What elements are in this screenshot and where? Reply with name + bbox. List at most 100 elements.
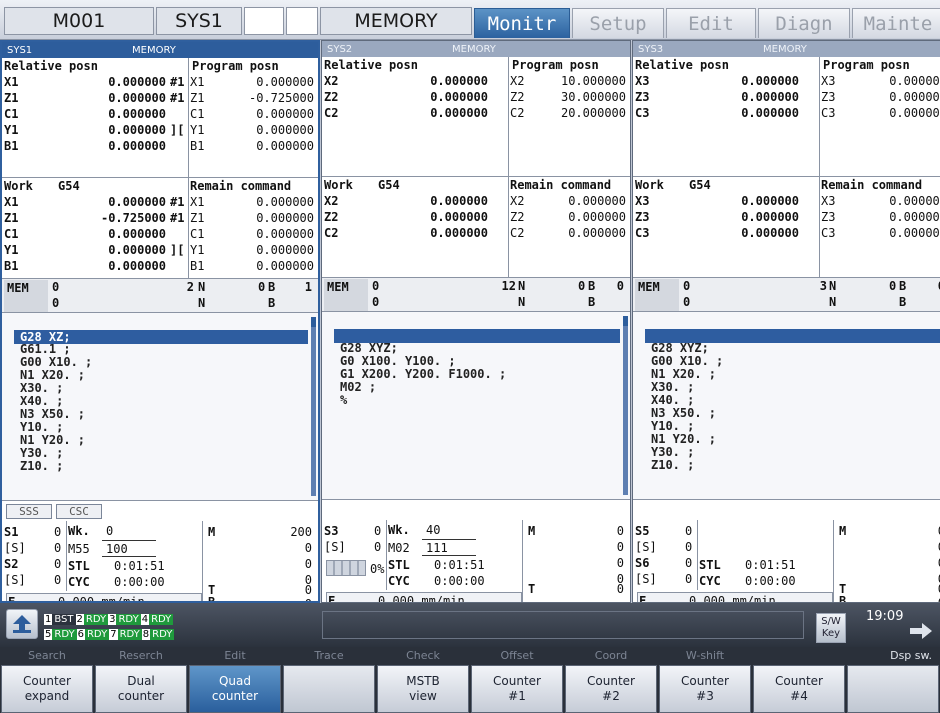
spindle-1-value: 0 bbox=[374, 524, 382, 538]
back-button[interactable] bbox=[6, 609, 38, 639]
axis-row: Z2 0.000000 Z2 0.000000 bbox=[322, 209, 630, 225]
system-panel-sys2[interactable]: SYS2 MEMORY Relative posn Program posn X2 0.0… bbox=[321, 40, 631, 603]
m-code-label: M02 bbox=[388, 541, 410, 555]
mem-o2: 0 bbox=[52, 296, 60, 310]
spindle-2-sub-label: [S] bbox=[4, 573, 26, 587]
axis-row: X3 0.000000 X3 0.000000 bbox=[633, 73, 940, 89]
program-display[interactable]: G28 XZ; G61.1 ; G00 X10. ; N1 X20. ; X30.… bbox=[2, 313, 318, 501]
work-label: Work bbox=[324, 178, 353, 192]
spindle-1-value: 0 bbox=[54, 525, 62, 539]
system-panel-sys1[interactable]: SYS1 MEMORY Relative posn Program posn X1 0.0… bbox=[0, 40, 320, 603]
panel-header: SYS1 MEMORY bbox=[2, 42, 318, 58]
divider bbox=[386, 520, 387, 590]
axis-value: 10.000000 bbox=[560, 74, 626, 88]
axis-name: C1 bbox=[190, 227, 205, 241]
work-code: G54 bbox=[378, 178, 400, 192]
scroll-thumb[interactable] bbox=[623, 316, 628, 326]
function-key-label[interactable]: Dual counter bbox=[95, 665, 187, 713]
function-key-label[interactable]: MSTB view bbox=[377, 665, 469, 713]
function-key-label[interactable]: Counter #2 bbox=[565, 665, 657, 713]
axis-value: 0.000000 bbox=[568, 194, 626, 208]
next-arrow-icon[interactable] bbox=[908, 621, 934, 641]
memory-status: MEM 0 0 2 N N 0 B B 1 bbox=[2, 279, 318, 313]
function-key-9[interactable]: Counter #4 bbox=[752, 647, 846, 713]
function-key-label[interactable]: Counter expand bbox=[1, 665, 93, 713]
function-key-label[interactable] bbox=[283, 665, 375, 713]
spindle-1-sub-value: 0 bbox=[374, 540, 382, 554]
function-key-6[interactable]: Offset Counter #1 bbox=[470, 647, 564, 713]
system-panel-sys3[interactable]: SYS3 MEMORY Relative posn Program posn X3 0.0… bbox=[632, 40, 940, 603]
axis-name: B1 bbox=[4, 139, 19, 153]
axis-name: C3 bbox=[635, 226, 650, 240]
axis-row: C2 0.000000 C2 0.000000 bbox=[322, 225, 630, 241]
function-key-upper-label: Edit bbox=[188, 647, 282, 665]
function-key-2[interactable]: Reserch Dual counter bbox=[94, 647, 188, 713]
ready-state: RDY bbox=[83, 614, 109, 625]
tab-setup[interactable]: Setup bbox=[572, 8, 664, 38]
function-key-1[interactable]: Search Counter expand bbox=[0, 647, 94, 713]
function-key-label[interactable]: Counter #3 bbox=[659, 665, 751, 713]
function-key-label[interactable]: Counter #1 bbox=[471, 665, 563, 713]
function-key-label[interactable] bbox=[847, 665, 939, 713]
axis-value: 0.000000 bbox=[430, 194, 488, 208]
function-key-text: Counter #2 bbox=[587, 674, 635, 703]
program-scrollbar[interactable] bbox=[311, 317, 316, 496]
tab-diagnosis[interactable]: Diagn bbox=[758, 8, 850, 38]
function-key-label[interactable]: Quad counter bbox=[189, 665, 281, 713]
axis-flag: #1 bbox=[170, 211, 185, 225]
axis-row: B1 0.000000 B1 0.000000 bbox=[2, 258, 318, 274]
axis-value: -0.725000 bbox=[248, 91, 314, 105]
function-key-text: Quad counter bbox=[211, 674, 259, 703]
axis-name: X1 bbox=[190, 75, 205, 89]
system-number: 2 bbox=[75, 614, 84, 625]
function-key-5[interactable]: Check MSTB view bbox=[376, 647, 470, 713]
position-section: Relative posn Program posn X2 0.000000 X2 10.… bbox=[322, 57, 630, 177]
function-key-label[interactable]: Counter #4 bbox=[753, 665, 845, 713]
sss-button[interactable]: SSS bbox=[6, 504, 52, 519]
m-code-value: 100 bbox=[106, 542, 128, 556]
program-display[interactable]: G28 XYZ; G00 X10. ; N1 X20. ; X30. ; X40… bbox=[633, 312, 940, 500]
function-key-8[interactable]: W-shift Counter #3 bbox=[658, 647, 752, 713]
program-position-label: Program posn bbox=[192, 59, 279, 73]
axis-name: B1 bbox=[190, 259, 205, 273]
axis-name: C3 bbox=[821, 226, 836, 240]
tab-monitor[interactable]: Monitr bbox=[474, 8, 570, 38]
axis-name: X3 bbox=[821, 74, 836, 88]
function-key-3[interactable]: Edit Quad counter bbox=[188, 647, 282, 713]
tab-edit[interactable]: Edit bbox=[666, 8, 756, 38]
program-text: G28 XYZ; G0 X100. Y100. ; G1 X200. Y200.… bbox=[340, 341, 507, 407]
remain-command-label: Remain command bbox=[510, 178, 612, 192]
csc-button[interactable]: CSC bbox=[56, 504, 102, 519]
axis-value: 0.000000 bbox=[741, 90, 799, 104]
progress-bar bbox=[326, 560, 366, 576]
cyc-value: 0:00:00 bbox=[114, 575, 165, 589]
sw-key-button[interactable]: S/W Key bbox=[816, 613, 846, 643]
cyc-label: CYC bbox=[68, 575, 90, 589]
m-code-label: M55 bbox=[68, 542, 90, 556]
panel-system-name: SYS3 bbox=[638, 43, 664, 55]
function-key-text: MSTB view bbox=[406, 674, 440, 703]
axis-name: B1 bbox=[4, 259, 19, 273]
program-scrollbar[interactable] bbox=[623, 316, 628, 495]
work-count-label: Wk. bbox=[68, 524, 90, 538]
underline bbox=[422, 555, 476, 556]
scroll-thumb[interactable] bbox=[311, 317, 316, 327]
axis-name: C2 bbox=[510, 226, 525, 240]
system-indicator: SYS1 bbox=[156, 7, 242, 35]
mem-block: 3 bbox=[819, 279, 827, 293]
axis-value: 0.000000 bbox=[430, 74, 488, 88]
panel-system-name: SYS1 bbox=[7, 44, 33, 56]
mem-o2: 0 bbox=[683, 295, 691, 309]
program-display[interactable]: G28 XYZ; G0 X100. Y100. ; G1 X200. Y200.… bbox=[322, 312, 630, 500]
system-ready-row-2: 5 RDY 6 RDY 7 RDY 8 RDY bbox=[44, 629, 175, 641]
function-key-10[interactable]: Dsp sw. bbox=[846, 647, 940, 713]
axis-value: 0.000000 bbox=[256, 243, 314, 257]
axis-value: 0.000000 bbox=[889, 106, 940, 120]
divider bbox=[833, 520, 834, 602]
axis-value: 0.000000 bbox=[256, 259, 314, 273]
function-key-4[interactable]: Trace bbox=[282, 647, 376, 713]
spindle-section: S3 0 [S] 0 Wk. 40 M02 111 STL 0:01:51 CYC 0:00:00 0%… bbox=[322, 520, 630, 602]
function-key-7[interactable]: Coord Counter #2 bbox=[564, 647, 658, 713]
tab-maintenance[interactable]: Mainte bbox=[852, 8, 940, 38]
m-label: M bbox=[839, 524, 847, 538]
